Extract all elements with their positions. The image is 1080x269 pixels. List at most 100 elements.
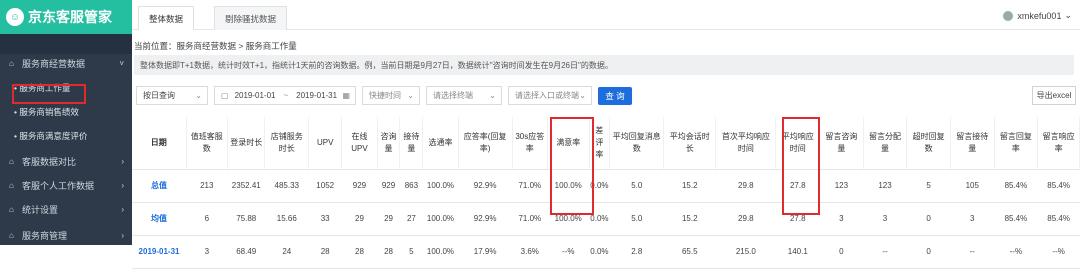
column-header[interactable]: 留言响应率 — [1037, 117, 1080, 170]
column-header[interactable]: 留言接待量 — [950, 117, 995, 170]
sidebar-subitem[interactable]: • 服务商满意度评价 — [14, 130, 87, 142]
table-cell: 2352.41 — [227, 169, 265, 203]
table-cell: --% — [994, 235, 1038, 269]
column-header[interactable]: 日期 — [132, 117, 187, 170]
date-range-input[interactable]: ▢ 2019-01-01 ~2019-01-31 ▦ — [214, 86, 356, 105]
column-header[interactable]: 咨询量 — [377, 117, 401, 170]
chat-bubble-icon: ☺ — [6, 8, 24, 26]
table-cell: 100.0% — [422, 202, 459, 236]
chevron-icon: › — [121, 204, 124, 214]
table-cell: 3.6% — [512, 235, 548, 269]
highlight-box — [782, 117, 820, 215]
sidebar-item[interactable]: ⌂ 统计设置 › — [0, 202, 132, 216]
sidebar-item-label: 服务商管理 — [22, 230, 68, 241]
sidebar-item[interactable]: ⌂ 客服数据对比 › — [0, 154, 132, 168]
row-label[interactable]: 总值 — [132, 169, 187, 203]
home-icon: ⌂ — [9, 156, 14, 166]
column-header[interactable]: 登录时长 — [227, 117, 266, 170]
table-row: 2019-01-31 3 68.49 24 28 28 28 5 100.0% 17.9% 3.6%… — [132, 235, 1080, 269]
table-cell: 213 — [186, 169, 228, 203]
column-header[interactable]: 选通率 — [422, 117, 459, 170]
date-to: 2019-01-31 — [296, 91, 338, 100]
highlight-box — [550, 117, 594, 215]
workload-table: 日期 值班客服数 登录时长 店铺服务时长 UPV 在线UPV 咨询量 接待量 选通率 应答率(回复… — [132, 117, 1080, 269]
row-label[interactable]: 均值 — [132, 202, 187, 236]
app-title: 京东客服管家 — [28, 9, 112, 25]
sidebar-toolbar — [0, 34, 132, 54]
chevron-down-icon: ⌄ — [489, 91, 496, 100]
chevron-icon: › — [121, 230, 124, 240]
sidebar-item[interactable]: ⌂ 客服个人工作数据 › — [0, 178, 132, 192]
user-name: xmkefu001 — [1017, 10, 1062, 21]
quick-time-select[interactable]: 快捷时间 ⌄ — [362, 86, 420, 105]
tab-overall-data[interactable]: 整体数据 — [138, 6, 195, 30]
table-cell: 5 — [906, 169, 951, 203]
table-cell: 71.0% — [512, 202, 548, 236]
table-cell: 65.5 — [663, 235, 716, 269]
column-header[interactable]: 留言咨询量 — [819, 117, 864, 170]
column-header[interactable]: 30s应答率 — [512, 117, 548, 170]
table-cell: 123 — [819, 169, 864, 203]
table-cell: 1052 — [308, 169, 342, 203]
table-cell: 27 — [399, 202, 423, 236]
tab-label: 剔除骚扰数据 — [225, 13, 277, 24]
table-cell: -- — [863, 235, 907, 269]
table-cell: 68.49 — [227, 235, 265, 269]
row-label[interactable]: 2019-01-31 — [132, 235, 187, 269]
column-header[interactable]: 首次平均响应时间 — [715, 117, 777, 170]
table-cell: 29.8 — [715, 202, 776, 236]
table-cell: 3 — [950, 202, 995, 236]
table-cell: 92.9% — [458, 169, 513, 203]
table-cell: 15.2 — [663, 202, 716, 236]
sidebar-subitem[interactable]: • 服务商销售绩效 — [14, 106, 79, 118]
column-header[interactable]: 留言分配量 — [863, 117, 908, 170]
table-cell: 6 — [186, 202, 228, 236]
breadcrumb: 当前位置：服务商经营数据 > 服务商工作量 — [134, 41, 297, 51]
table-cell: 85.4% — [1037, 202, 1080, 236]
table-cell: 485.33 — [264, 169, 309, 203]
table-cell: 5 — [399, 235, 423, 269]
avatar — [1003, 10, 1014, 21]
table-cell: 75.88 — [227, 202, 265, 236]
column-header[interactable]: 值班客服数 — [186, 117, 229, 170]
table-header-row: 日期 值班客服数 登录时长 店铺服务时长 UPV 在线UPV 咨询量 接待量 选通率 应答率(回复… — [132, 117, 1080, 170]
column-header[interactable]: 应答率(回复率) — [458, 117, 513, 170]
sidebar-item[interactable]: ⌂ 服务商管理 › — [0, 228, 132, 242]
table-body: 总值 213 2352.41 485.33 1052 929 929 863 100.0% 92.… — [132, 169, 1080, 269]
table-cell: 15.66 — [264, 202, 309, 236]
table-cell: 29 — [341, 202, 378, 236]
date-from: 2019-01-01 — [234, 91, 276, 100]
table-cell: 0.0% — [589, 235, 610, 269]
chevron-down-icon: ⌄ — [579, 91, 586, 100]
platform-select[interactable]: 请选择终端 ⌄ — [426, 86, 502, 105]
column-header[interactable]: 留言回复率 — [994, 117, 1039, 170]
notice-banner: 整体数据即T+1数据，统计时效T+1，指统计1天前的咨询数据。例，当前日期是9月… — [134, 55, 1074, 75]
table-cell: 24 — [264, 235, 309, 269]
entry-select[interactable]: 请选择入口或终端 ⌄ — [508, 86, 592, 105]
calendar-icon: ▢ — [221, 91, 229, 100]
column-header[interactable]: 接待量 — [399, 117, 424, 170]
tab-label: 整体数据 — [149, 13, 184, 24]
table-cell: 140.1 — [775, 235, 820, 269]
app-logo[interactable]: ☺ 京东客服管家 — [0, 0, 132, 34]
user-menu[interactable]: xmkefu001 ⌄ — [1003, 10, 1072, 21]
home-icon: ⌂ — [9, 204, 14, 214]
table-cell: 929 — [341, 169, 378, 203]
period-select[interactable]: 按日查询 ⌄ — [136, 86, 208, 105]
table-cell: 28 — [308, 235, 342, 269]
column-header[interactable]: UPV — [308, 117, 343, 170]
column-header[interactable]: 超时回复数 — [906, 117, 951, 170]
column-header[interactable]: 平均会话时长 — [663, 117, 717, 170]
table-cell: 105 — [950, 169, 995, 203]
table-cell: --% — [547, 235, 589, 269]
table-cell: 28 — [341, 235, 378, 269]
column-header[interactable]: 平均回复消息数 — [609, 117, 665, 170]
query-button[interactable]: 查 询 — [598, 87, 632, 105]
column-header[interactable]: 店铺服务时长 — [264, 117, 310, 170]
tab-filtered-data[interactable]: 剔除骚扰数据 — [214, 6, 288, 30]
column-header[interactable]: 在线UPV — [341, 117, 378, 170]
sidebar-item[interactable]: ⌂ 服务商经营数据 ˅ — [0, 56, 132, 70]
table-row: 均值 6 75.88 15.66 33 29 29 27 100.0% 92.9% 71.0% 100… — [132, 202, 1080, 236]
date-separator: ~ — [283, 91, 289, 100]
export-excel-button[interactable]: 导出excel — [1032, 86, 1076, 105]
